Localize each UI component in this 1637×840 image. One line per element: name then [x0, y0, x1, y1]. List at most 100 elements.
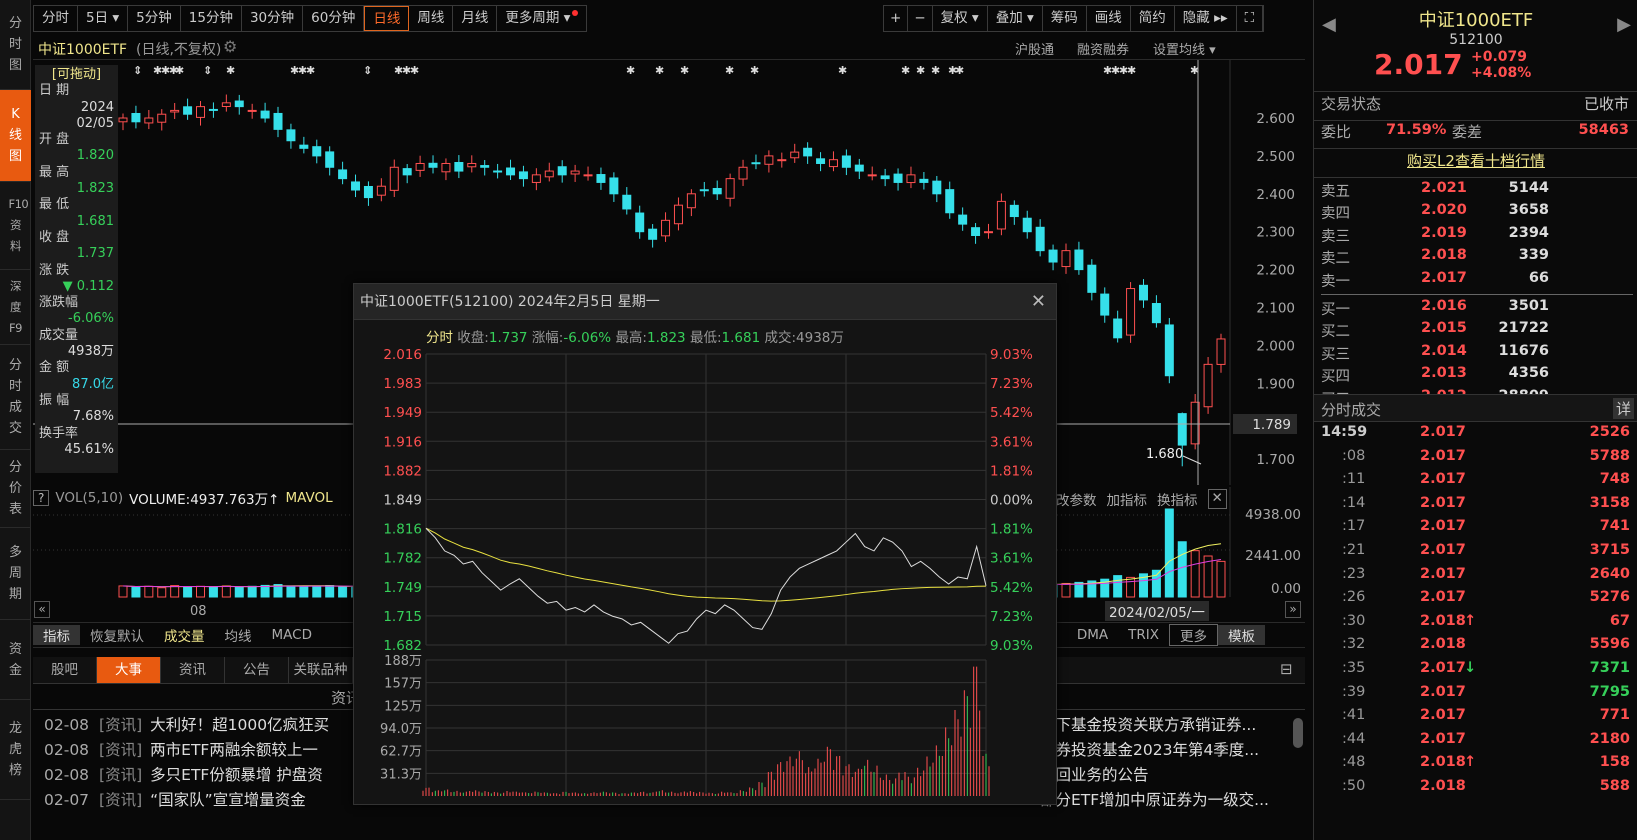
close-icon[interactable]: ✕	[1207, 489, 1227, 509]
orderbook-row[interactable]: 卖四 2.020 3658	[1319, 202, 1629, 224]
event-marker-icon[interactable]: ✱	[1127, 64, 1136, 77]
period-tab[interactable]: 5日 ▾	[78, 6, 129, 31]
event-marker-icon[interactable]: ✱	[955, 64, 964, 77]
event-marker-icon[interactable]: ✱	[410, 64, 419, 77]
event-marker-icon[interactable]: ✱	[901, 64, 910, 77]
price-axis-tick: 2.016	[383, 347, 422, 363]
tool-button[interactable]: +	[884, 6, 909, 31]
info-panel[interactable]: [可拖动] 日 期 2024 02/05 开 盘 1.820 最 高 1.823 最 低 1.6…	[35, 65, 118, 473]
indicator-tab[interactable]: 更多	[1169, 624, 1218, 646]
tool-button[interactable]: ⛶	[1237, 6, 1264, 31]
add-indicator-button[interactable]: 加指标	[1107, 489, 1148, 509]
orderbook-row[interactable]: 买二 2.015 21722	[1319, 320, 1629, 342]
link-margin[interactable]: 融资融券	[1077, 39, 1129, 58]
nav-item[interactable]: 分时成交	[0, 345, 31, 450]
event-marker-icon[interactable]: ⇕	[203, 64, 212, 77]
buy-l2-link[interactable]: 购买L2查看十档行情	[1314, 150, 1637, 171]
candle	[170, 103, 180, 119]
indicator-tab[interactable]: 恢复默认	[80, 625, 154, 645]
detail-button[interactable]: 详	[1612, 398, 1634, 419]
orderbook-row[interactable]: 卖二 2.018 339	[1319, 247, 1629, 269]
nav-item[interactable]: F10资料	[0, 182, 31, 270]
event-marker-icon[interactable]: ✱	[680, 64, 689, 77]
close-icon[interactable]: ✕	[1031, 284, 1046, 320]
event-marker-icon[interactable]: ✱	[750, 64, 759, 77]
tool-button[interactable]: 隐藏 ▸▸	[1175, 6, 1237, 31]
nav-item[interactable]: 分价表	[0, 450, 31, 528]
nav-item[interactable]: 分时图	[0, 0, 31, 90]
period-tab[interactable]: 30分钟	[242, 6, 304, 31]
indicator-tab[interactable]: MACD	[262, 627, 322, 643]
level-volume: 4356	[1508, 365, 1549, 382]
period-tab[interactable]: 分时	[34, 6, 78, 31]
intraday-chart[interactable]: 2.016 9.03% 1.983 7.23% 1.949 5.42% 1.916 3.61%…	[354, 344, 1058, 804]
tool-button[interactable]: 画线	[1087, 6, 1131, 31]
orderbook-row[interactable]: 买三 2.014 11676	[1319, 343, 1629, 365]
link-hugutong[interactable]: 沪股通	[1015, 39, 1054, 58]
indicator-tab[interactable]: DMA	[1067, 627, 1118, 643]
gear-icon[interactable]: ⚙	[223, 37, 237, 56]
event-marker-icon[interactable]: ✱	[916, 64, 925, 77]
set-ma-dropdown[interactable]: 设置均线 ▾	[1153, 39, 1216, 58]
nav-item[interactable]: 深度F9	[0, 270, 31, 345]
download-icon[interactable]: ⊟	[1280, 660, 1293, 678]
news-tab[interactable]: 大事	[97, 657, 161, 683]
period-tab[interactable]: 周线	[409, 6, 454, 31]
indicator-tab[interactable]: 模板	[1218, 625, 1265, 645]
news-title-right[interactable]: 旗下基金投资关联方承销证券...	[1040, 713, 1285, 737]
nav-item[interactable]: 资金	[0, 620, 31, 700]
news-tab[interactable]: 关联品种	[289, 657, 353, 683]
indicator-tab[interactable]: 成交量	[154, 625, 215, 645]
indicator-tab[interactable]: 指标	[33, 625, 80, 645]
orderbook-row[interactable]: 卖五 2.021 5144	[1319, 180, 1629, 202]
news-tab[interactable]: 股吧	[33, 657, 97, 683]
indicator-tab[interactable]: TRIX	[1118, 627, 1169, 643]
period-tab[interactable]: 月线	[453, 6, 498, 31]
orderbook-row[interactable]: 买四 2.013 4356	[1319, 365, 1629, 387]
switch-indicator-button[interactable]: 换指标	[1157, 489, 1198, 509]
event-marker-icon[interactable]: ✱	[931, 64, 940, 77]
tool-button[interactable]: −	[908, 6, 933, 31]
nav-item[interactable]: 多周期	[0, 528, 31, 620]
news-item[interactable]: 02-08 [资讯] 大利好！超1000亿疯狂买	[44, 713, 329, 737]
event-marker-icon[interactable]: ⇕	[133, 64, 142, 77]
period-tab[interactable]: 60分钟	[303, 6, 365, 31]
period-tab[interactable]: 日线	[364, 6, 410, 31]
event-marker-icon[interactable]: ⇕	[363, 64, 372, 77]
event-marker-icon[interactable]: ✱	[626, 64, 635, 77]
orderbook-row[interactable]: 买一 2.016 3501	[1319, 298, 1629, 320]
news-scrollbar[interactable]	[1293, 718, 1303, 748]
news-item[interactable]: 02-07 [资讯] “国家队”宣宣增量资金	[44, 788, 306, 812]
event-marker-icon[interactable]: ✱	[725, 64, 734, 77]
scroll-right-icon[interactable]: »	[1285, 601, 1301, 618]
event-marker-icon[interactable]: ✱	[655, 64, 664, 77]
orderbook-row[interactable]: 卖三 2.019 2394	[1319, 225, 1629, 247]
news-item[interactable]: 02-08 [资讯] 两市ETF两融余额较上一	[44, 738, 318, 762]
edit-params-button[interactable]: 改参数	[1056, 489, 1097, 509]
tool-button[interactable]: 筹码	[1043, 6, 1087, 31]
scroll-left-icon[interactable]: «	[34, 601, 50, 618]
news-title-right[interactable]: 证券投资基金2023年第4季度...	[1040, 738, 1285, 762]
news-title-right[interactable]: 赎回业务的公告	[1040, 763, 1285, 787]
news-title-right[interactable]: 部分ETF增加中原证券为一级交...	[1040, 788, 1285, 812]
news-item[interactable]: 02-08 [资讯] 多只ETF份额暴增 护盘资	[44, 763, 323, 787]
period-tab[interactable]: 5分钟	[128, 6, 181, 31]
news-tab[interactable]: 资讯	[161, 657, 225, 683]
period-tab[interactable]: 15分钟	[181, 6, 242, 31]
trade-price: 2.017	[1420, 589, 1466, 606]
indicator-tab[interactable]: 均线	[215, 625, 262, 645]
help-icon[interactable]: ?	[33, 490, 50, 506]
tool-button[interactable]: 叠加 ▾	[988, 6, 1043, 31]
event-marker-icon[interactable]: ✱	[175, 64, 184, 77]
event-marker-icon[interactable]: ✱	[838, 64, 847, 77]
period-tab[interactable]: 更多周期 ▾	[497, 6, 586, 31]
event-marker-icon[interactable]: ✱	[226, 64, 235, 77]
tool-button[interactable]: 复权 ▾	[933, 6, 988, 31]
news-tab[interactable]: 公告	[225, 657, 289, 683]
tool-button[interactable]: 简约	[1131, 6, 1175, 31]
orderbook-row[interactable]: 卖一 2.017 66	[1319, 270, 1629, 292]
event-marker-icon[interactable]: ✱	[306, 64, 315, 77]
nav-item[interactable]: 龙虎榜	[0, 700, 31, 800]
level-label: 卖二	[1321, 251, 1350, 268]
nav-item[interactable]: K线图	[0, 90, 31, 182]
